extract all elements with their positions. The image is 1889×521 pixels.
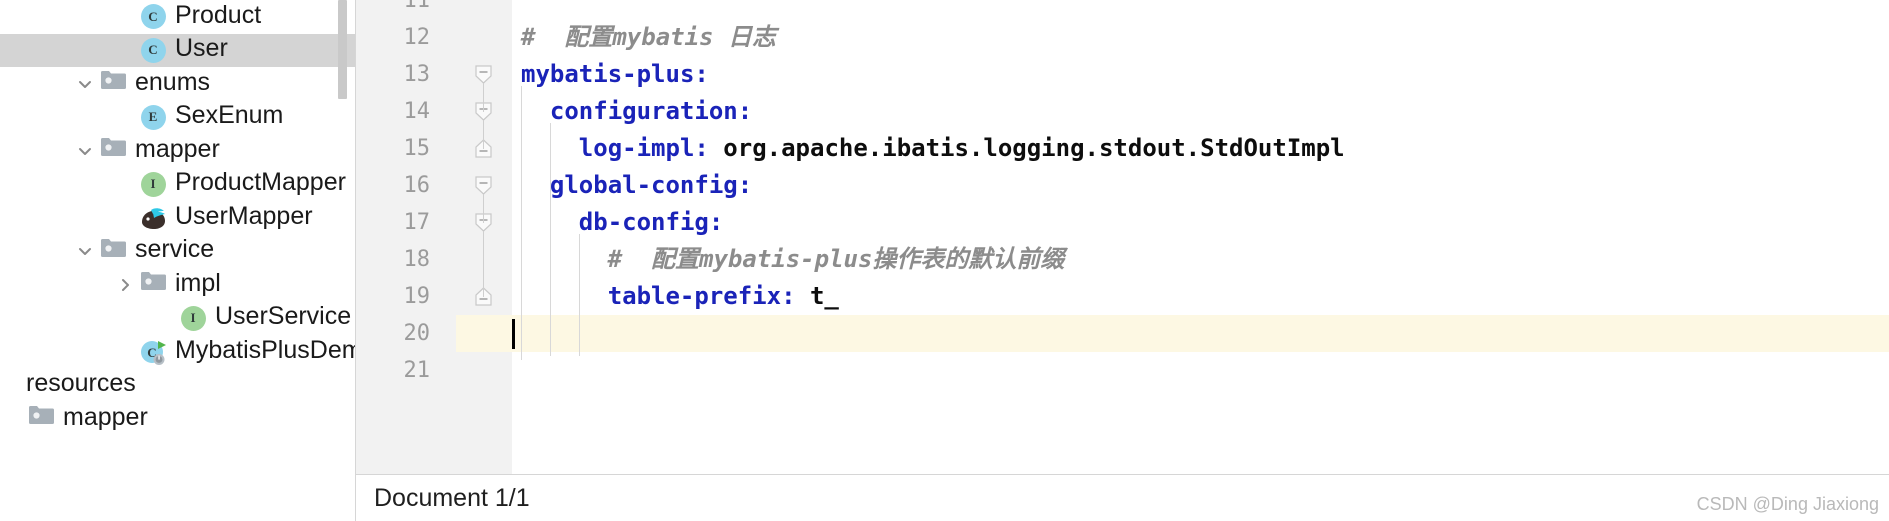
tree-item-product[interactable]: C Product (0, 0, 355, 34)
text-caret (512, 319, 515, 349)
current-line-highlight-fold (456, 315, 512, 352)
code-token-comment: # 配置mybatis-plus操作表的默认前缀 (607, 245, 1065, 273)
tree-item-label: mapper (63, 402, 148, 431)
class-badge-icon: C (138, 35, 168, 65)
interface-badge-icon: I (138, 169, 168, 199)
tree-item-productmapper[interactable]: I ProductMapper (0, 168, 355, 202)
line-number: 19 (403, 284, 431, 309)
tree-item-label: ProductMapper (175, 168, 346, 197)
line-number: 14 (403, 99, 431, 124)
class-badge-icon: C (138, 2, 168, 32)
line-number: 20 (403, 321, 431, 346)
code-token-comment: # 配置mybatis 日志 (521, 23, 776, 51)
code-token-key: log-impl (578, 134, 695, 162)
code-token-key: mybatis-plus: (521, 60, 709, 88)
line-number: 12 (403, 25, 431, 50)
editor-pane[interactable]: 11 12 13 14 15 16 17 18 19 20 21 # 配置mybatis 日志 myb… (355, 0, 1889, 521)
line-number: 15 (403, 136, 431, 161)
code-line[interactable]: # 配置mybatis 日志 (521, 19, 776, 56)
tree-item-sexenum[interactable]: E SexEnum (0, 101, 355, 135)
line-number: 11 (403, 0, 431, 13)
ide-window: C Product C User enums E SexEnum mapper I Product… (0, 0, 1889, 521)
tree-scrollbar-thumb[interactable] (338, 0, 347, 99)
folder-icon (26, 404, 56, 434)
code-line[interactable]: log-impl: org.apache.ibatis.logging.stdo… (579, 130, 1345, 167)
tree-item-label: Product (175, 0, 262, 29)
interface-badge-icon: I (178, 303, 208, 333)
code-line[interactable]: configuration: (550, 93, 752, 130)
tree-item-usermapper[interactable]: UserMapper (0, 201, 355, 235)
folder-icon (138, 270, 168, 300)
chevron-down-icon[interactable] (72, 243, 98, 259)
line-number: 17 (403, 210, 431, 235)
tree-item-label: MybatisPlusDemoApplica (175, 335, 355, 364)
fold-expanded-icon[interactable] (474, 65, 493, 84)
code-token-key: configuration: (549, 97, 753, 125)
code-token-key: db-config: (578, 208, 724, 236)
tree-item-label: service (135, 235, 215, 264)
fold-expanded-icon[interactable] (474, 176, 493, 195)
tree-item-label: resources (26, 369, 136, 398)
tree-item-label: SexEnum (175, 101, 284, 130)
tree-item-mapper[interactable]: mapper (0, 402, 355, 436)
code-text-area[interactable]: # 配置mybatis 日志 mybatis-plus: configuration… (512, 0, 1889, 475)
tree-item-label: mapper (135, 134, 220, 163)
chevron-down-icon[interactable] (72, 76, 98, 92)
tree-item-label: UserService (215, 302, 352, 331)
fold-connector-3 (483, 231, 484, 297)
tree-item-mapper[interactable]: mapper (0, 134, 355, 168)
indent-guide-2 (578, 234, 580, 356)
tree-item-label: enums (135, 67, 211, 96)
code-token-key: global-config: (549, 171, 753, 199)
document-position-label: Document 1/1 (374, 483, 530, 512)
folder-icon (98, 69, 128, 99)
tree-item-resources[interactable]: resources (0, 369, 355, 403)
status-bar: Document 1/1 (356, 474, 1889, 521)
code-token-key: : (781, 282, 810, 310)
code-line[interactable]: mybatis-plus: (521, 56, 709, 93)
tree-item-mybatisplusdemoapplica[interactable]: CMybatisPlusDemoApplica (0, 335, 355, 369)
fold-connector-0 (483, 83, 484, 112)
tree-item-label: UserMapper (175, 201, 313, 230)
spring-boot-class-icon: C (138, 337, 168, 367)
tree-item-user[interactable]: C User (0, 33, 355, 67)
code-line[interactable]: db-config: (579, 204, 724, 241)
chevron-right-icon[interactable] (112, 277, 138, 293)
folder-icon (98, 236, 128, 266)
line-number: 21 (403, 358, 431, 383)
tree-item-userservice[interactable]: I UserService (0, 302, 355, 336)
tree-item-label: User (175, 34, 228, 63)
tree-item-label: impl (175, 268, 221, 297)
line-number: 16 (403, 173, 431, 198)
chevron-down-icon[interactable] (72, 143, 98, 159)
line-number: 13 (403, 62, 431, 87)
project-tool-window[interactable]: C Product C User enums E SexEnum mapper I Product… (0, 0, 355, 521)
indent-guide-1 (549, 123, 551, 356)
code-token-value: org.apache.ibatis.logging.stdout.StdOutI… (723, 134, 1345, 162)
line-number-gutter[interactable]: 11 12 13 14 15 16 17 18 19 20 21 (356, 0, 456, 475)
code-token-key: table-prefix (607, 282, 782, 310)
mybatis-mapper-icon (138, 203, 168, 233)
code-token-key: : (694, 134, 724, 162)
folder-icon (98, 136, 128, 166)
code-folding-gutter[interactable] (456, 0, 513, 475)
code-line[interactable]: # 配置mybatis-plus操作表的默认前缀 (608, 241, 1065, 278)
code-token-value: t_ (809, 282, 839, 310)
code-line[interactable]: table-prefix: t_ (608, 278, 839, 315)
fold-connector-1 (483, 120, 484, 149)
line-number: 18 (403, 247, 431, 272)
code-line[interactable]: global-config: (550, 167, 752, 204)
current-line-highlight (512, 315, 1889, 352)
tree-item-service[interactable]: service (0, 235, 355, 269)
watermark-label: CSDN @Ding Jiaxiong (1696, 494, 1879, 514)
tree-item-enums[interactable]: enums (0, 67, 355, 101)
tree-item-impl[interactable]: impl (0, 268, 355, 302)
enum-badge-icon: E (138, 102, 168, 132)
fold-connector-2 (483, 194, 484, 223)
indent-guide-0 (521, 86, 522, 360)
